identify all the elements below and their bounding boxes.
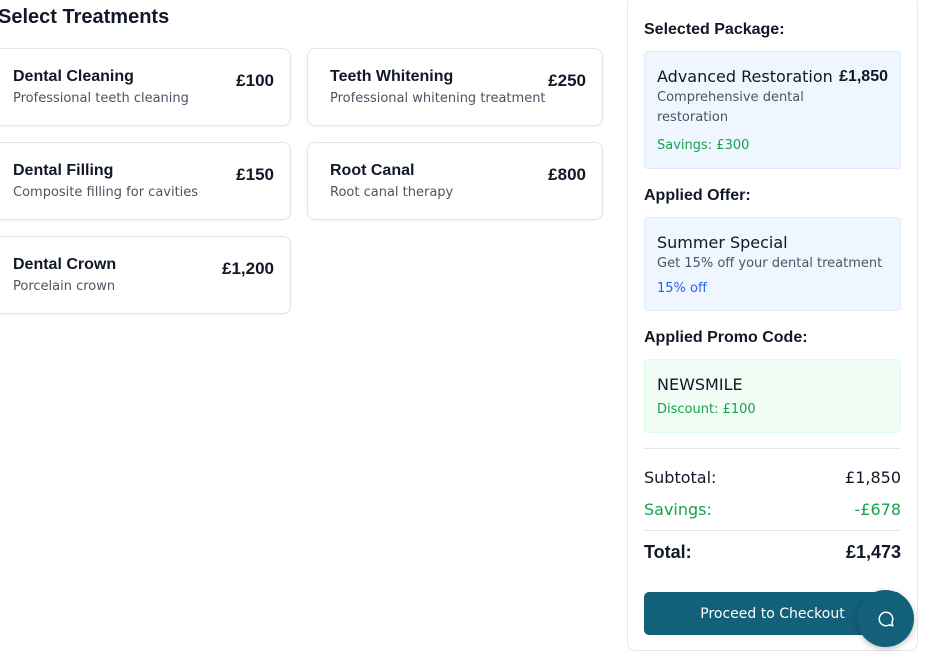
total-row: Total: £1,473: [644, 542, 901, 568]
treatment-price: £100: [236, 71, 274, 90]
chat-button[interactable]: [857, 590, 914, 647]
summary-divider: [644, 448, 901, 449]
package-price: £1,850: [839, 68, 888, 85]
treatment-price: £150: [236, 165, 274, 184]
savings-row: Savings: -£678: [644, 500, 901, 522]
selected-package-card: Advanced Restoration £1,850 Comprehensiv…: [644, 51, 901, 169]
page-title: Select Treatments: [0, 6, 170, 28]
order-summary-panel: Selected Package: Advanced Restoration £…: [627, 0, 918, 651]
total-value: £1,473: [845, 542, 901, 562]
total-label: Total:: [644, 542, 692, 562]
treatment-price: £250: [548, 71, 586, 90]
offer-discount: 15% off: [657, 281, 707, 296]
applied-offer-label: Applied Offer:: [644, 187, 751, 204]
applied-promo-card: NEWSMILE Discount: £100: [644, 359, 901, 433]
package-description-line2: restoration: [657, 110, 729, 125]
treatment-name: Teeth Whitening: [330, 68, 454, 85]
selected-package-label: Selected Package:: [644, 21, 785, 38]
treatment-name: Root Canal: [330, 162, 415, 179]
treatment-name: Dental Crown: [13, 256, 117, 273]
treatment-name: Dental Cleaning: [13, 68, 134, 85]
chat-bubble-icon: [877, 610, 895, 628]
treatment-card-root-canal[interactable]: Root Canal Root canal therapy £800: [307, 142, 603, 220]
treatment-card-dental-filling[interactable]: Dental Filling Composite filling for cav…: [0, 142, 291, 220]
savings-label: Savings:: [644, 500, 712, 519]
subtotal-row: Subtotal: £1,850: [644, 468, 901, 490]
treatment-name: Dental Filling: [13, 162, 114, 179]
treatment-description: Composite filling for cavities: [13, 185, 199, 200]
package-description-line1: Comprehensive dental: [657, 90, 804, 105]
total-divider: [644, 530, 901, 531]
treatment-card-dental-cleaning[interactable]: Dental Cleaning Professional teeth clean…: [0, 48, 291, 126]
treatment-price: £1,200: [222, 259, 274, 278]
subtotal-value: £1,850: [845, 468, 901, 487]
offer-description: Get 15% off your dental treatment: [657, 256, 883, 271]
package-savings: Savings: £300: [657, 138, 750, 153]
treatment-description: Porcelain crown: [13, 279, 116, 294]
promo-code: NEWSMILE: [657, 375, 743, 394]
savings-value: -£678: [854, 500, 902, 519]
package-name: Advanced Restoration: [657, 67, 833, 86]
applied-promo-label: Applied Promo Code:: [644, 329, 808, 346]
treatment-description: Professional whitening treatment: [330, 91, 546, 106]
treatment-price: £800: [548, 165, 586, 184]
offer-name: Summer Special: [657, 233, 788, 252]
treatment-description: Root canal therapy: [330, 185, 454, 200]
treatment-card-teeth-whitening[interactable]: Teeth Whitening Professional whitening t…: [307, 48, 603, 126]
promo-discount: Discount: £100: [657, 402, 756, 417]
treatment-card-dental-crown[interactable]: Dental Crown Porcelain crown £1,200: [0, 236, 291, 314]
subtotal-label: Subtotal:: [644, 468, 717, 487]
applied-offer-card: Summer Special Get 15% off your dental t…: [644, 217, 901, 311]
treatment-description: Professional teeth cleaning: [13, 91, 189, 106]
